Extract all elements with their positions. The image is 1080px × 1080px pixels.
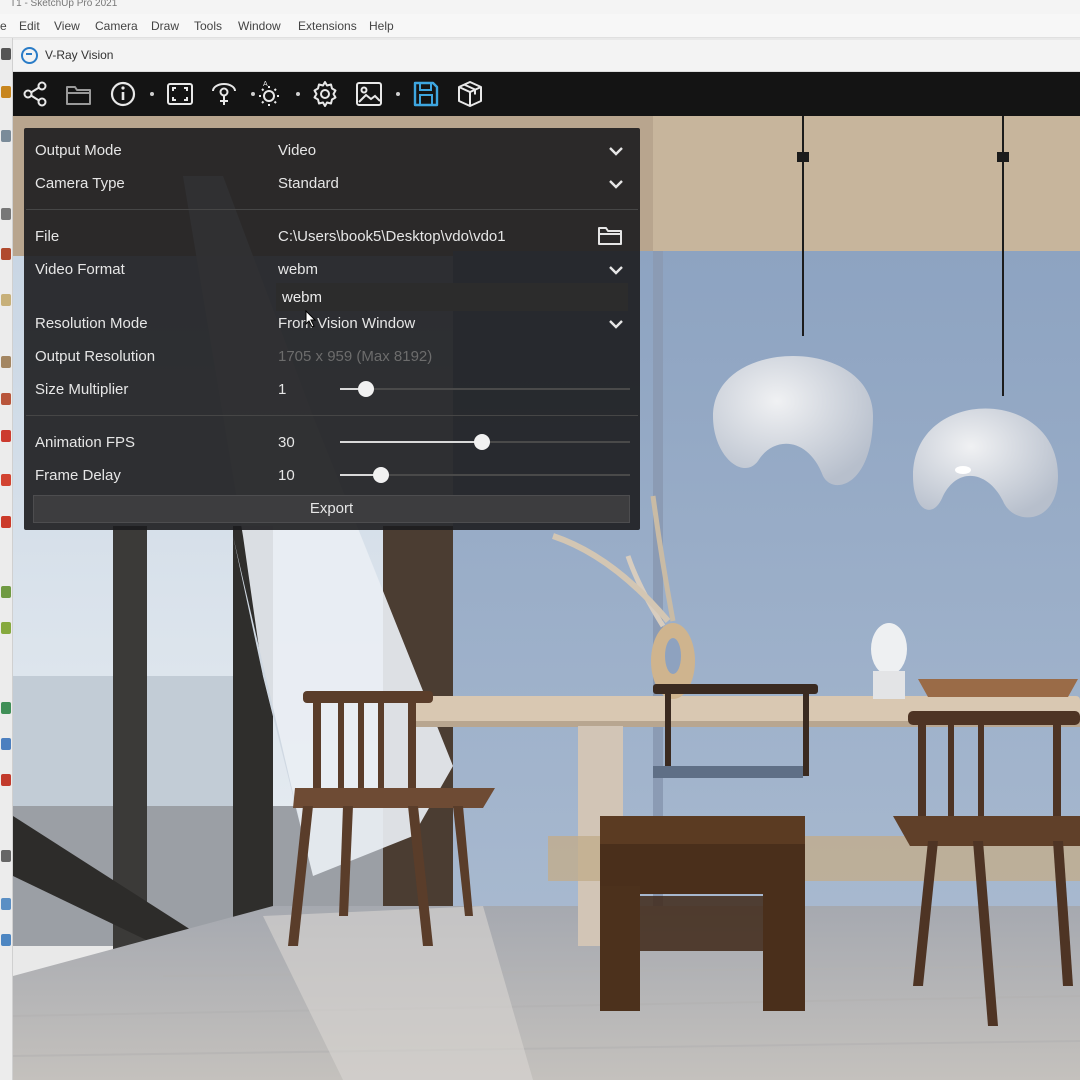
vray-logo-icon bbox=[21, 47, 38, 64]
chevron-down-icon[interactable] bbox=[608, 319, 624, 329]
paint-tool-icon[interactable] bbox=[1, 130, 11, 142]
pan-tool-icon[interactable] bbox=[1, 774, 11, 786]
menu-edit[interactable]: Edit bbox=[19, 19, 40, 33]
svg-text:A: A bbox=[263, 81, 268, 88]
resolution-mode-select[interactable]: From Vision Window bbox=[278, 315, 415, 332]
sun-settings-icon[interactable]: A bbox=[253, 78, 285, 110]
frame-delay-label: Frame Delay bbox=[35, 467, 121, 484]
panel-divider bbox=[26, 209, 638, 210]
menu-draw[interactable]: Draw bbox=[151, 19, 179, 33]
menu-view[interactable]: View bbox=[54, 19, 80, 33]
menu-file[interactable]: e bbox=[0, 19, 7, 33]
slider-thumb[interactable] bbox=[372, 467, 389, 483]
animation-fps-slider[interactable] bbox=[340, 434, 630, 450]
eraser-tool-icon[interactable] bbox=[1, 86, 11, 98]
size-multiplier-value: 1 bbox=[278, 381, 287, 398]
menu-window[interactable]: Window bbox=[238, 19, 281, 33]
output-resolution-value: 1705 x 959 (Max 8192) bbox=[278, 348, 433, 365]
orbit-tool-icon[interactable] bbox=[1, 738, 11, 750]
chevron-down-icon[interactable] bbox=[608, 179, 624, 189]
menu-camera[interactable]: Camera bbox=[95, 19, 138, 33]
size-multiplier-label: Size Multiplier bbox=[35, 381, 129, 398]
pushpull-tool-icon[interactable] bbox=[1, 622, 11, 634]
toolbar-separator bbox=[296, 92, 300, 96]
walk-tool-icon[interactable] bbox=[1, 898, 11, 910]
section-tool-icon[interactable] bbox=[1, 934, 11, 946]
tape-tool-icon[interactable] bbox=[1, 702, 11, 714]
frame-delay-slider[interactable] bbox=[340, 467, 630, 483]
offset-tool-icon[interactable] bbox=[1, 586, 11, 598]
camera-target-icon[interactable] bbox=[208, 78, 240, 110]
file-label: File bbox=[35, 228, 60, 245]
mouse-cursor-icon bbox=[305, 310, 317, 328]
toolbar-separator bbox=[150, 92, 154, 96]
app-titlebar: T1 - SketchUp Pro 2021 bbox=[0, 0, 1080, 14]
vision-window-titlebar: V-Ray Vision bbox=[13, 40, 1080, 72]
video-format-select[interactable]: webm bbox=[278, 261, 318, 278]
export-button[interactable]: Export bbox=[33, 495, 630, 523]
rotate-tool-icon[interactable] bbox=[1, 474, 11, 486]
zoom-tool-icon[interactable] bbox=[1, 850, 11, 862]
vision-window-title: V-Ray Vision bbox=[45, 48, 114, 62]
export-settings-panel: Output Mode Video Camera Type Standard F… bbox=[24, 128, 640, 530]
animation-fps-value: 30 bbox=[278, 434, 295, 451]
output-resolution-label: Output Resolution bbox=[35, 348, 156, 365]
scale-tool-icon[interactable] bbox=[1, 516, 11, 528]
arc-tool-icon[interactable] bbox=[1, 393, 11, 405]
browse-folder-icon[interactable] bbox=[597, 224, 623, 246]
cube-icon[interactable] bbox=[454, 78, 486, 110]
pencil-tool-icon[interactable] bbox=[1, 248, 11, 260]
rectangle-tool-icon[interactable] bbox=[1, 294, 11, 306]
select-tool-icon[interactable] bbox=[1, 48, 11, 60]
app-title: T1 - SketchUp Pro 2021 bbox=[10, 0, 118, 9]
size-multiplier-slider[interactable] bbox=[340, 381, 630, 397]
circle-tool-icon[interactable] bbox=[1, 356, 11, 368]
menu-help[interactable]: Help bbox=[369, 19, 394, 33]
vision-toolbar: A bbox=[13, 72, 1080, 116]
chevron-down-icon[interactable] bbox=[608, 146, 624, 156]
menu-extensions[interactable]: Extensions bbox=[298, 19, 357, 33]
move-tool-icon[interactable] bbox=[1, 430, 11, 442]
slider-fill bbox=[340, 441, 483, 443]
panel-divider bbox=[26, 415, 638, 416]
toolbar-separator bbox=[396, 92, 400, 96]
camera-type-select[interactable]: Standard bbox=[278, 175, 339, 192]
sketchup-tools-toolbar bbox=[0, 38, 13, 1080]
animation-fps-label: Animation FPS bbox=[35, 434, 136, 451]
video-format-label: Video Format bbox=[35, 261, 125, 278]
settings-gear-icon[interactable] bbox=[309, 78, 341, 110]
share-icon[interactable] bbox=[19, 78, 51, 110]
save-icon[interactable] bbox=[410, 78, 442, 110]
info-icon[interactable] bbox=[107, 78, 139, 110]
folder-open-icon[interactable] bbox=[63, 78, 95, 110]
chevron-down-icon[interactable] bbox=[608, 265, 624, 275]
menu-bar: e Edit View Camera Draw Tools Window Ext… bbox=[0, 14, 1080, 38]
output-mode-select[interactable]: Video bbox=[278, 142, 316, 159]
dropdown-option-label: webm bbox=[282, 289, 323, 306]
video-format-dropdown-option[interactable]: webm bbox=[276, 283, 628, 311]
resolution-mode-label: Resolution Mode bbox=[35, 315, 148, 332]
slider-thumb[interactable] bbox=[474, 434, 491, 450]
fullscreen-icon[interactable] bbox=[164, 78, 196, 110]
frame-delay-value: 10 bbox=[278, 467, 295, 484]
file-path-field[interactable]: C:\Users\book5\Desktop\vdo\vdo1 bbox=[278, 228, 506, 245]
slider-thumb[interactable] bbox=[358, 381, 375, 397]
output-mode-label: Output Mode bbox=[35, 142, 122, 159]
menu-tools[interactable]: Tools bbox=[194, 19, 222, 33]
camera-type-label: Camera Type bbox=[35, 175, 125, 192]
line-tool-icon[interactable] bbox=[1, 208, 11, 220]
image-export-icon[interactable] bbox=[353, 78, 385, 110]
